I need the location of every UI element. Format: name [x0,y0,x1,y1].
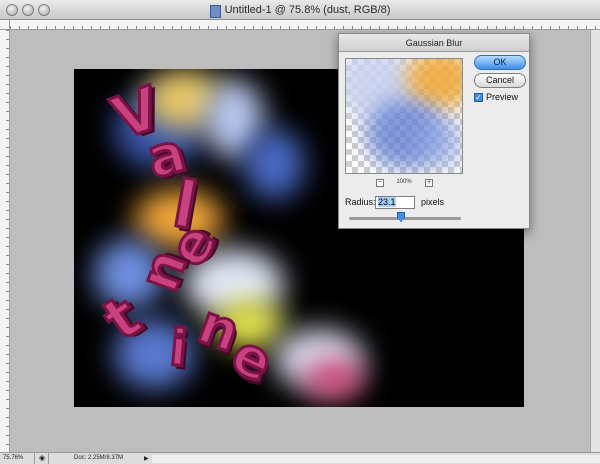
dialog-title: Gaussian Blur [339,34,529,52]
status-separator [48,453,49,464]
radius-input[interactable]: 23.1 [375,196,415,209]
radius-slider-track[interactable] [349,217,461,220]
blur-glow [244,129,304,199]
preview-checkbox-label: Preview [486,92,519,102]
radius-unit: pixels [421,197,445,207]
preview-zoom-level: 100% [396,179,412,185]
status-bar: 75.76% ◉ Doc: 2.25M/8.37M ▶ [0,452,600,464]
blur-glow [304,359,364,399]
ruler-origin[interactable] [0,20,10,30]
cancel-button[interactable]: Cancel [474,73,526,88]
status-menu-arrow-icon[interactable]: ▶ [144,455,149,462]
document-icon [209,5,221,18]
preview-zoom-controls: − 100% + [345,178,463,190]
preview-checkbox[interactable]: ✓ [474,93,483,102]
horizontal-scrollbar[interactable] [152,455,600,463]
status-info-icon[interactable]: ◉ [39,454,45,462]
window-titlebar: Untitled-1 @ 75.8% (dust, RGB/8) [0,0,600,20]
radius-slider-thumb[interactable] [397,212,405,222]
status-separator [34,453,35,464]
radius-row: Radius: 23.1 pixels [345,196,525,210]
ok-button[interactable]: OK [474,55,526,70]
status-zoom-level[interactable]: 75.76% [3,455,23,461]
blur-preview[interactable] [345,58,463,174]
gaussian-blur-dialog: Gaussian Blur − 100% + OK Cancel ✓ Previ… [338,33,530,229]
status-doc-size: Doc: 2.25M/8.37M [74,455,124,461]
vertical-scrollbar[interactable] [590,30,600,452]
horizontal-ruler[interactable] [10,20,600,30]
radius-label: Radius: [345,197,376,207]
radius-value: 23.1 [378,197,396,207]
preview-glow [416,119,462,169]
zoom-in-button[interactable]: + [425,179,433,187]
vertical-ruler[interactable] [0,30,10,452]
window-title-wrap: Untitled-1 @ 75.8% (dust, RGB/8) [0,0,600,20]
window-title: Untitled-1 @ 75.8% (dust, RGB/8) [224,4,391,16]
